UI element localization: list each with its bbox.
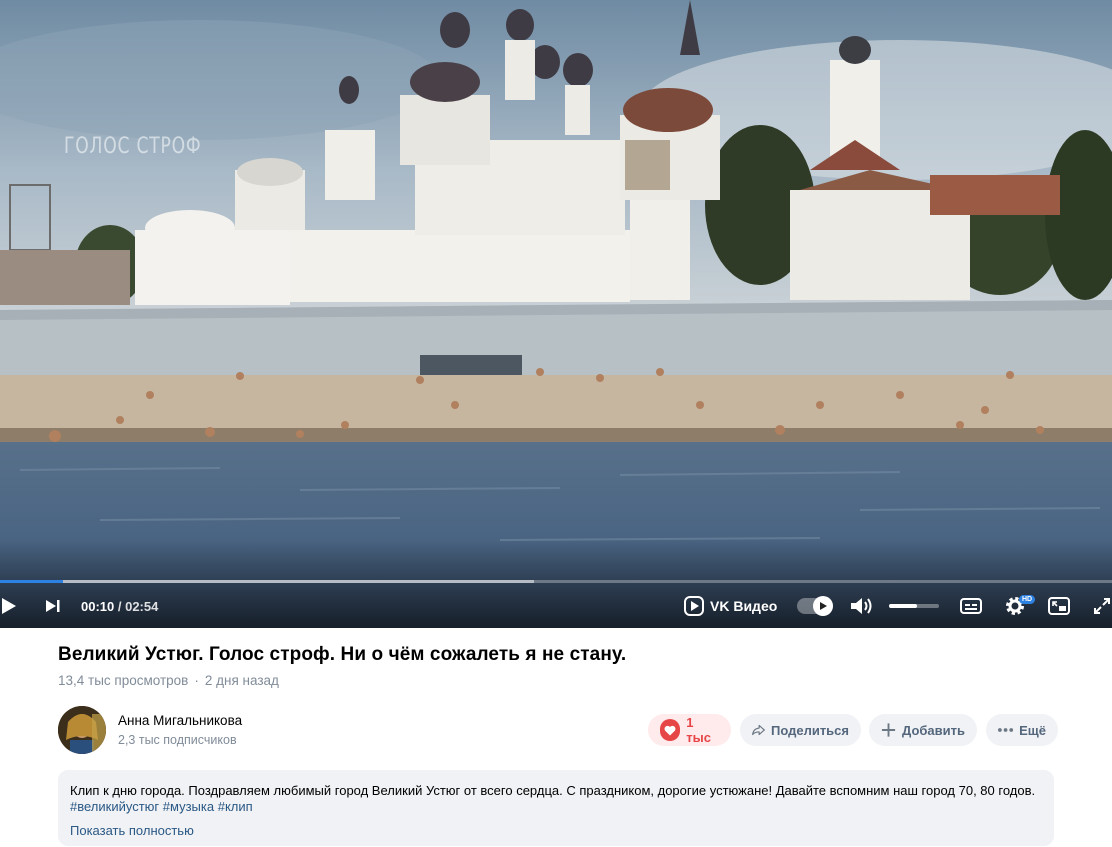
more-button[interactable]: Ещё	[986, 714, 1058, 746]
vk-video-logo-icon	[684, 596, 704, 616]
heart-icon	[660, 719, 681, 741]
video-watermark: ГОЛОС СТРОФ	[64, 134, 202, 159]
next-icon	[46, 600, 60, 612]
more-label: Ещё	[1019, 722, 1046, 738]
video-title: Великий Устюг. Голос строф. Ни о чём сож…	[58, 644, 627, 665]
fullscreen-icon	[1094, 598, 1110, 614]
more-icon	[998, 728, 1014, 732]
add-button[interactable]: Добавить	[869, 714, 977, 746]
vk-video-logo[interactable]: VK Видео	[684, 590, 777, 622]
hd-badge: HD	[1019, 595, 1036, 604]
volume-slider[interactable]	[889, 604, 939, 608]
next-button[interactable]	[44, 590, 62, 622]
avatar-image	[58, 706, 106, 754]
volume-level	[889, 604, 917, 608]
pip-button[interactable]	[1048, 590, 1070, 622]
time-display: 00:10 / 02:54	[81, 590, 158, 622]
meta-separator: ·	[194, 673, 199, 688]
time-separator: /	[114, 598, 126, 614]
author-name[interactable]: Анна Мигальникова	[118, 713, 242, 728]
view-count: 13,4 тыс просмотров	[58, 673, 189, 688]
volume-button[interactable]	[850, 590, 874, 622]
fullscreen-button[interactable]	[1092, 590, 1112, 622]
show-more-link[interactable]: Показать полностью	[70, 823, 194, 838]
share-icon	[752, 724, 765, 736]
plus-icon	[881, 723, 896, 737]
like-button[interactable]: 1 тыс	[648, 714, 731, 746]
like-count: 1 тыс	[686, 715, 711, 745]
time-current: 00:10	[81, 598, 115, 614]
autoplay-play-icon	[820, 602, 827, 610]
video-meta: 13,4 тыс просмотров · 2 дня назад	[58, 673, 279, 688]
video-frame	[0, 0, 1112, 628]
subtitles-button[interactable]	[960, 590, 982, 622]
autoplay-toggle[interactable]	[797, 596, 833, 616]
author-avatar[interactable]	[58, 706, 106, 754]
player-controls: 00:10 / 02:54 VK Видео HD	[0, 590, 1112, 622]
play-icon	[2, 598, 16, 614]
description-box: Клип к дню города. Поздравляем любимый г…	[58, 770, 1054, 846]
description-text: Клип к дню города. Поздравляем любимый г…	[70, 783, 1040, 815]
play-button[interactable]	[0, 590, 18, 622]
volume-icon	[851, 598, 872, 614]
pip-icon	[1048, 597, 1070, 615]
progress-fill	[0, 580, 64, 583]
hashtag-link[interactable]: #клип	[218, 799, 253, 814]
author-subscribers: 2,3 тыс подписчиков	[118, 733, 237, 747]
progress-bar[interactable]	[0, 580, 1112, 583]
time-total: 02:54	[125, 598, 159, 614]
publish-date: 2 дня назад	[204, 673, 279, 688]
subtitles-icon	[960, 598, 982, 614]
add-label: Добавить	[902, 722, 965, 738]
vk-video-label: VK Видео	[710, 598, 778, 614]
share-button[interactable]: Поделиться	[740, 714, 861, 746]
description-body: Клип к дню города. Поздравляем любимый г…	[70, 783, 1036, 798]
share-label: Поделиться	[770, 722, 849, 738]
video-player[interactable]: ГОЛОС СТРОФ 00:10 / 02:54 VK Видео HD	[0, 0, 1112, 628]
autoplay-knob	[813, 596, 833, 616]
progress-buffer	[0, 580, 534, 583]
hashtag-link[interactable]: #великийустюг	[70, 799, 159, 814]
hashtag-link[interactable]: #музыка	[163, 799, 214, 814]
